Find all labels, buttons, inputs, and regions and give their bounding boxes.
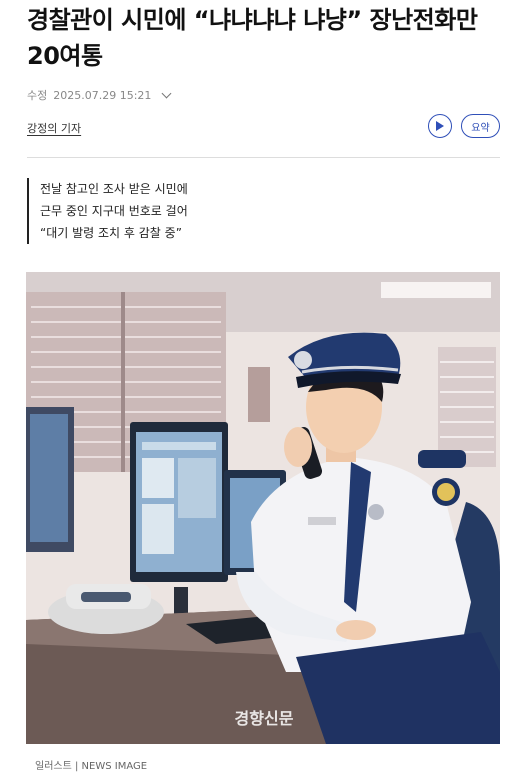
subheading-line: 근무 중인 지구대 번호로 걸어 — [40, 204, 188, 218]
summary-button[interactable]: 요약 — [461, 114, 500, 138]
play-icon — [436, 121, 444, 131]
author-link[interactable]: 강정의 기자 — [27, 120, 81, 136]
article-meta: 수정 2025.07.29 15:21 — [27, 87, 172, 103]
subheading-line: 전날 참고인 조사 받은 시민에 — [40, 182, 188, 196]
divider — [27, 157, 500, 158]
article-title: 경찰관이 시민에 “냐냐냐냐 냐냥” 장난전화만 20여통 — [27, 6, 478, 70]
article-illustration: 경향신문 — [26, 272, 500, 744]
modified-label: 수정 — [27, 89, 48, 102]
subheading-line: “대기 발령 조치 후 감찰 중” — [40, 226, 182, 240]
modified-time: 2025.07.29 15:21 — [53, 88, 152, 102]
image-caption: 일러스트 | NEWS IMAGE — [35, 761, 148, 772]
image-watermark: 경향신문 — [235, 709, 294, 728]
article-subheadings: 전날 참고인 조사 받은 시민에 근무 중인 지구대 번호로 걸어 “대기 발령… — [27, 178, 188, 244]
chevron-down-icon[interactable] — [161, 88, 172, 98]
police-officer-illustration: 경향신문 — [26, 272, 500, 744]
play-audio-button[interactable] — [428, 114, 452, 138]
